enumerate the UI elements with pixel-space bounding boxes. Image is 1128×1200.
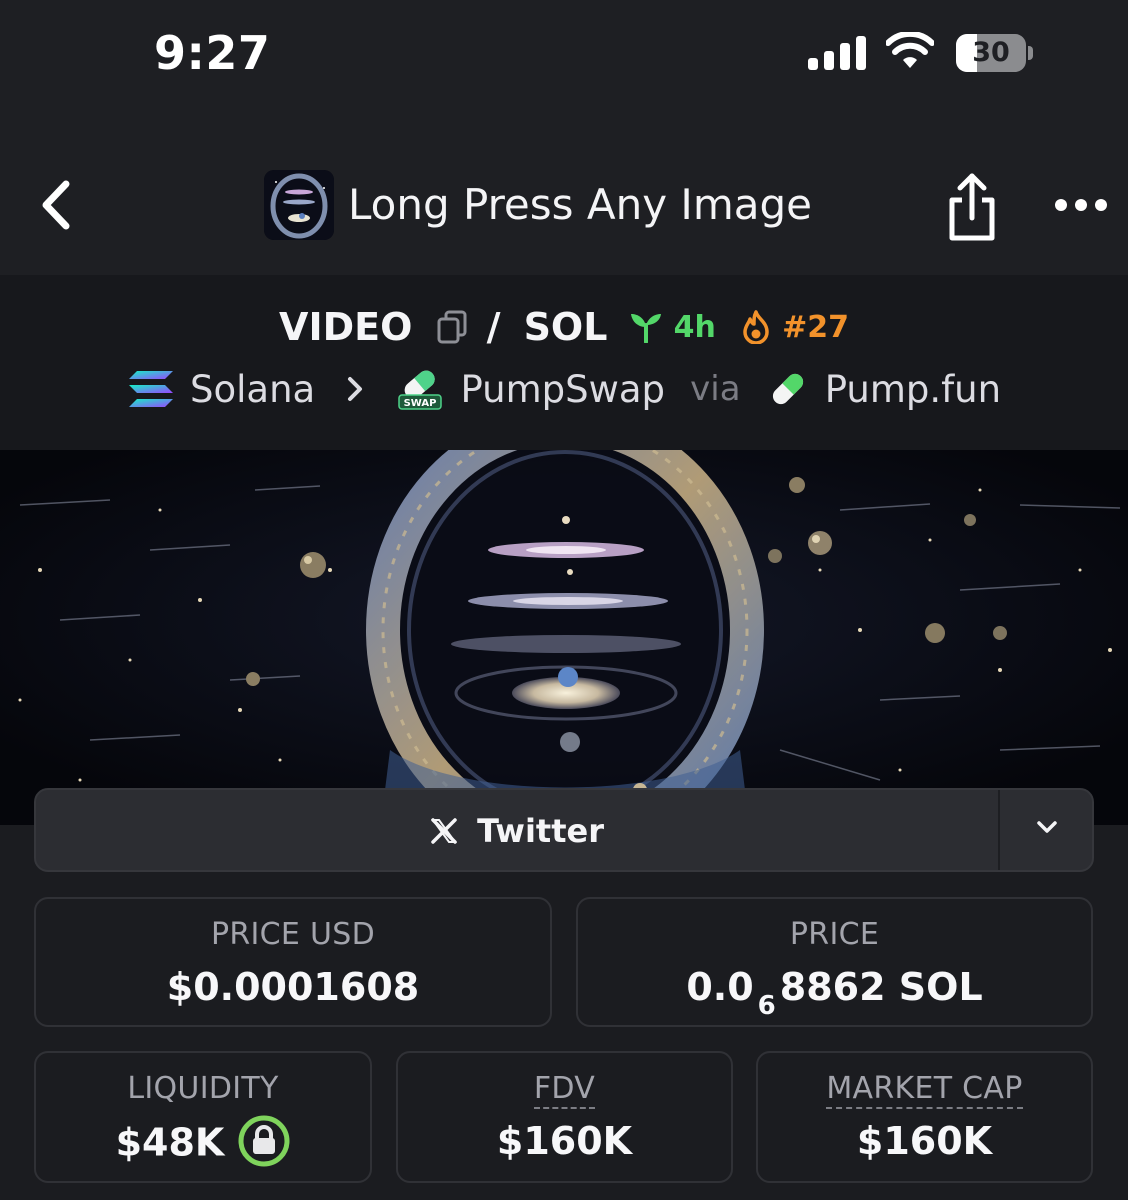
chain-link[interactable]: Solana	[190, 368, 315, 411]
price-usd-value: $0.0001608	[166, 965, 420, 1009]
price-usd-label: PRICE USD	[210, 917, 376, 952]
chain-breadcrumb: Solana SWAP PumpSwap via Pump.fun	[0, 367, 1128, 417]
liquidity-card: LIQUIDITY $48K	[34, 1051, 372, 1183]
solana-icon	[128, 371, 173, 407]
pair-title-row: VIDEO / SOL 4h #27	[0, 305, 1128, 355]
chevron-left-icon[interactable]	[30, 170, 84, 240]
liquidity-value: $48K	[115, 1120, 225, 1165]
price-unit: SOL	[898, 965, 983, 1009]
market-cap-label-wrap: MARKET CAP	[758, 1071, 1091, 1109]
price-digits: 8862	[779, 965, 886, 1009]
status-bar: 9:27 30	[0, 0, 1128, 110]
battery-indicator: 30	[956, 34, 1034, 72]
price-value: 0.0 6 8862 SOL	[578, 965, 1091, 1021]
social-dropdown-button[interactable]	[1000, 790, 1094, 870]
price-card: PRICE 0.0 6 8862 SOL	[576, 897, 1093, 1027]
sprout-icon	[630, 314, 661, 343]
fdv-card: FDV $160K	[396, 1051, 733, 1183]
cellular-signal-icon	[808, 36, 866, 70]
pill-icon	[772, 373, 803, 405]
price-label: PRICE	[789, 917, 880, 952]
battery-level: 30	[972, 37, 1010, 68]
fire-icon	[743, 310, 769, 344]
social-links-bar: Twitter	[34, 788, 1094, 872]
fdv-value: $160K	[496, 1119, 633, 1163]
navigation-bar: Long Press Any Image	[0, 110, 1128, 275]
share-icon[interactable]	[940, 170, 1004, 244]
market-cap-label[interactable]: MARKET CAP	[826, 1071, 1023, 1109]
copy-icon[interactable]	[437, 310, 467, 344]
pair-separator: /	[486, 305, 501, 349]
market-cap-card: MARKET CAP $160K	[756, 1051, 1093, 1183]
lock-icon[interactable]	[238, 1115, 290, 1167]
chevron-down-icon	[1037, 821, 1057, 833]
dex-link[interactable]: PumpSwap	[461, 368, 666, 411]
quote-token-symbol: SOL	[523, 305, 608, 349]
liquidity-value-row: $48K	[36, 1115, 370, 1171]
token-banner-image[interactable]	[0, 450, 1128, 825]
liquidity-label: LIQUIDITY	[127, 1071, 279, 1106]
trending-rank: #27	[782, 309, 849, 345]
x-icon	[431, 817, 457, 844]
pair-age: 4h	[673, 309, 716, 345]
base-token-symbol: VIDEO	[279, 305, 413, 349]
market-cap-value: $160K	[856, 1119, 993, 1163]
price-zero-count: 6	[757, 991, 776, 1021]
ellipsis-icon[interactable]	[1050, 190, 1112, 220]
pair-header: VIDEO / SOL 4h #27 Solana SWAP PumpSwap …	[0, 275, 1128, 450]
price-usd-card: PRICE USD $0.0001608	[34, 897, 552, 1027]
fdv-label[interactable]: FDV	[533, 1071, 596, 1109]
launchpad-link[interactable]: Pump.fun	[825, 368, 1001, 411]
cosmic-sphere-artwork	[0, 450, 1128, 825]
fdv-label-wrap: FDV	[398, 1071, 731, 1109]
twitter-link-button[interactable]: Twitter	[36, 790, 998, 870]
via-label: via	[690, 369, 741, 409]
twitter-label: Twitter	[477, 811, 604, 850]
chevron-right-icon	[348, 377, 363, 401]
pumpswap-icon: SWAP	[398, 370, 443, 410]
page-title: Long Press Any Image	[348, 180, 812, 229]
wifi-icon	[886, 32, 934, 68]
price-prefix: 0.0	[686, 965, 754, 1009]
token-avatar	[264, 170, 334, 240]
pumpswap-badge-text: SWAP	[404, 398, 437, 409]
status-time: 9:27	[154, 26, 271, 80]
